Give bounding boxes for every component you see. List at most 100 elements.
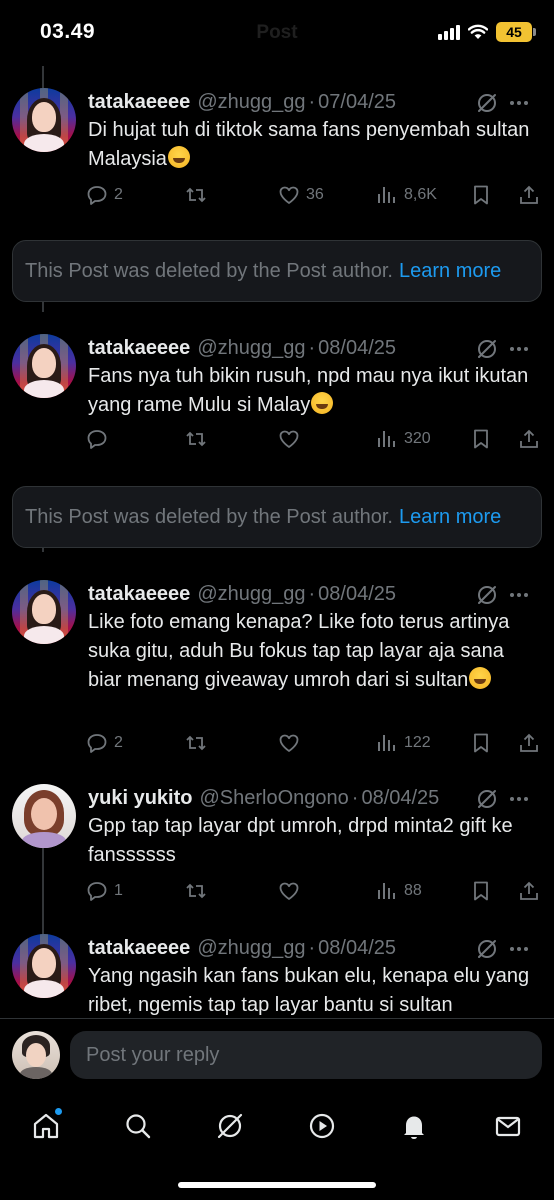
post-text: Gpp tap tap layar dpt umroh, drpd minta2… xyxy=(88,815,513,866)
more-icon[interactable] xyxy=(508,938,530,960)
post[interactable]: tatakaeeee @zhugg_gg · 08/04/25 Yang nga… xyxy=(0,934,554,1018)
heart-icon xyxy=(279,186,299,204)
reply-button[interactable] xyxy=(86,424,114,454)
repost-button[interactable] xyxy=(184,424,208,454)
tab-search[interactable] xyxy=(116,1104,160,1148)
more-icon[interactable] xyxy=(508,92,530,114)
rofl-emoji xyxy=(311,392,334,414)
post-date[interactable]: 08/04/25 xyxy=(361,787,439,810)
tab-home[interactable] xyxy=(24,1104,68,1148)
like-button[interactable]: 36 xyxy=(278,180,324,210)
author-handle[interactable]: @zhugg_gg xyxy=(197,583,305,606)
author-handle[interactable]: @zhugg_gg xyxy=(197,91,305,114)
avatar[interactable] xyxy=(12,934,76,998)
share-button[interactable] xyxy=(518,876,540,906)
reply-input[interactable] xyxy=(70,1031,542,1079)
tab-notifications[interactable] xyxy=(392,1104,436,1148)
notifications-icon xyxy=(404,1116,424,1139)
rofl-emoji xyxy=(469,667,492,689)
learn-more-link[interactable]: Learn more xyxy=(399,260,501,283)
repost-button[interactable] xyxy=(184,728,208,758)
tab-grok[interactable] xyxy=(208,1104,252,1148)
bookmark-button[interactable] xyxy=(470,180,492,210)
tab-video[interactable] xyxy=(300,1104,344,1148)
reply-button[interactable]: 1 xyxy=(86,876,123,906)
grok-icon[interactable] xyxy=(476,338,498,360)
messages-icon xyxy=(495,1116,521,1137)
post[interactable]: tatakaeeee @zhugg_gg · 07/04/25 Di hujat… xyxy=(0,88,554,238)
deleted-post-notice: This Post was deleted by the Post author… xyxy=(12,240,542,302)
battery-icon: 45 xyxy=(496,22,536,42)
views-icon xyxy=(378,431,395,447)
post-actions: 320 xyxy=(86,424,542,454)
avatar[interactable] xyxy=(12,580,76,644)
post[interactable]: tatakaeeee @zhugg_gg · 08/04/25 Fans nya… xyxy=(0,334,554,484)
like-button[interactable] xyxy=(278,424,306,454)
post[interactable]: yuki yukito @SherloOngono · 08/04/25 Gpp… xyxy=(0,784,554,914)
like-button[interactable] xyxy=(278,728,306,758)
separator: · xyxy=(351,786,359,809)
like-count: 36 xyxy=(306,186,324,203)
home-indicator[interactable] xyxy=(178,1182,376,1188)
like-button[interactable] xyxy=(278,876,306,906)
author-name[interactable]: tatakaeeee xyxy=(88,583,190,606)
views-button[interactable]: 8,6K xyxy=(376,180,437,210)
more-icon[interactable] xyxy=(508,584,530,606)
views-icon xyxy=(378,883,395,899)
bookmark-button[interactable] xyxy=(470,728,492,758)
thread[interactable]: tatakaeeee @zhugg_gg · 07/04/25 Di hujat… xyxy=(0,66,554,1018)
post-date[interactable]: 07/04/25 xyxy=(318,91,396,114)
author-handle[interactable]: @zhugg_gg xyxy=(197,337,305,360)
learn-more-link[interactable]: Learn more xyxy=(399,506,501,529)
author-name[interactable]: tatakaeeee xyxy=(88,937,190,960)
views-button[interactable]: 122 xyxy=(376,728,431,758)
tab-messages[interactable] xyxy=(486,1104,530,1148)
views-icon xyxy=(378,735,395,751)
bookmark-icon xyxy=(474,733,488,753)
views-count: 88 xyxy=(404,882,422,899)
grok-icon[interactable] xyxy=(476,788,498,810)
reply-button[interactable]: 2 xyxy=(86,180,123,210)
post-date[interactable]: 08/04/25 xyxy=(318,937,396,960)
post-date[interactable]: 08/04/25 xyxy=(318,583,396,606)
more-icon[interactable] xyxy=(508,338,530,360)
separator: · xyxy=(308,90,316,113)
author-handle[interactable]: @SherloOngono xyxy=(199,787,348,810)
post-header: tatakaeeee @zhugg_gg · 08/04/25 xyxy=(88,934,530,962)
author-name[interactable]: tatakaeeee xyxy=(88,337,190,360)
repost-button[interactable] xyxy=(184,876,208,906)
grok-icon[interactable] xyxy=(476,938,498,960)
home-icon xyxy=(33,1113,59,1139)
author-name[interactable]: tatakaeeee xyxy=(88,91,190,114)
post-text: Fans nya tuh bikin rusuh, npd mau nya ik… xyxy=(88,365,529,416)
post-date[interactable]: 08/04/25 xyxy=(318,337,396,360)
my-avatar xyxy=(12,1031,60,1079)
repost-button[interactable] xyxy=(184,180,208,210)
author-handle[interactable]: @zhugg_gg xyxy=(197,937,305,960)
post-header: tatakaeeee @zhugg_gg · 08/04/25 xyxy=(88,580,530,608)
share-button[interactable] xyxy=(518,728,540,758)
post-actions: 2 36 8,6K xyxy=(86,180,542,210)
reply-button[interactable]: 2 xyxy=(86,728,123,758)
more-icon[interactable] xyxy=(508,788,530,810)
share-button[interactable] xyxy=(518,424,540,454)
post-header: tatakaeeee @zhugg_gg · 07/04/25 xyxy=(88,88,530,116)
bookmark-button[interactable] xyxy=(470,424,492,454)
bookmark-icon xyxy=(474,185,488,205)
post[interactable]: tatakaeeee @zhugg_gg · 08/04/25 Like fot… xyxy=(0,580,554,780)
grok-icon[interactable] xyxy=(476,584,498,606)
share-button[interactable] xyxy=(518,180,540,210)
views-button[interactable]: 320 xyxy=(376,424,431,454)
bookmark-icon xyxy=(474,881,488,901)
bookmark-button[interactable] xyxy=(470,876,492,906)
grok-icon[interactable] xyxy=(476,92,498,114)
author-name[interactable]: yuki yukito xyxy=(88,787,192,810)
share-icon xyxy=(520,881,538,900)
heart-icon xyxy=(279,734,299,752)
avatar[interactable] xyxy=(12,88,76,152)
views-button[interactable]: 88 xyxy=(376,876,422,906)
status-icons: 45 xyxy=(438,22,536,42)
avatar[interactable] xyxy=(12,784,76,848)
tab-bar xyxy=(0,1092,554,1200)
avatar[interactable] xyxy=(12,334,76,398)
